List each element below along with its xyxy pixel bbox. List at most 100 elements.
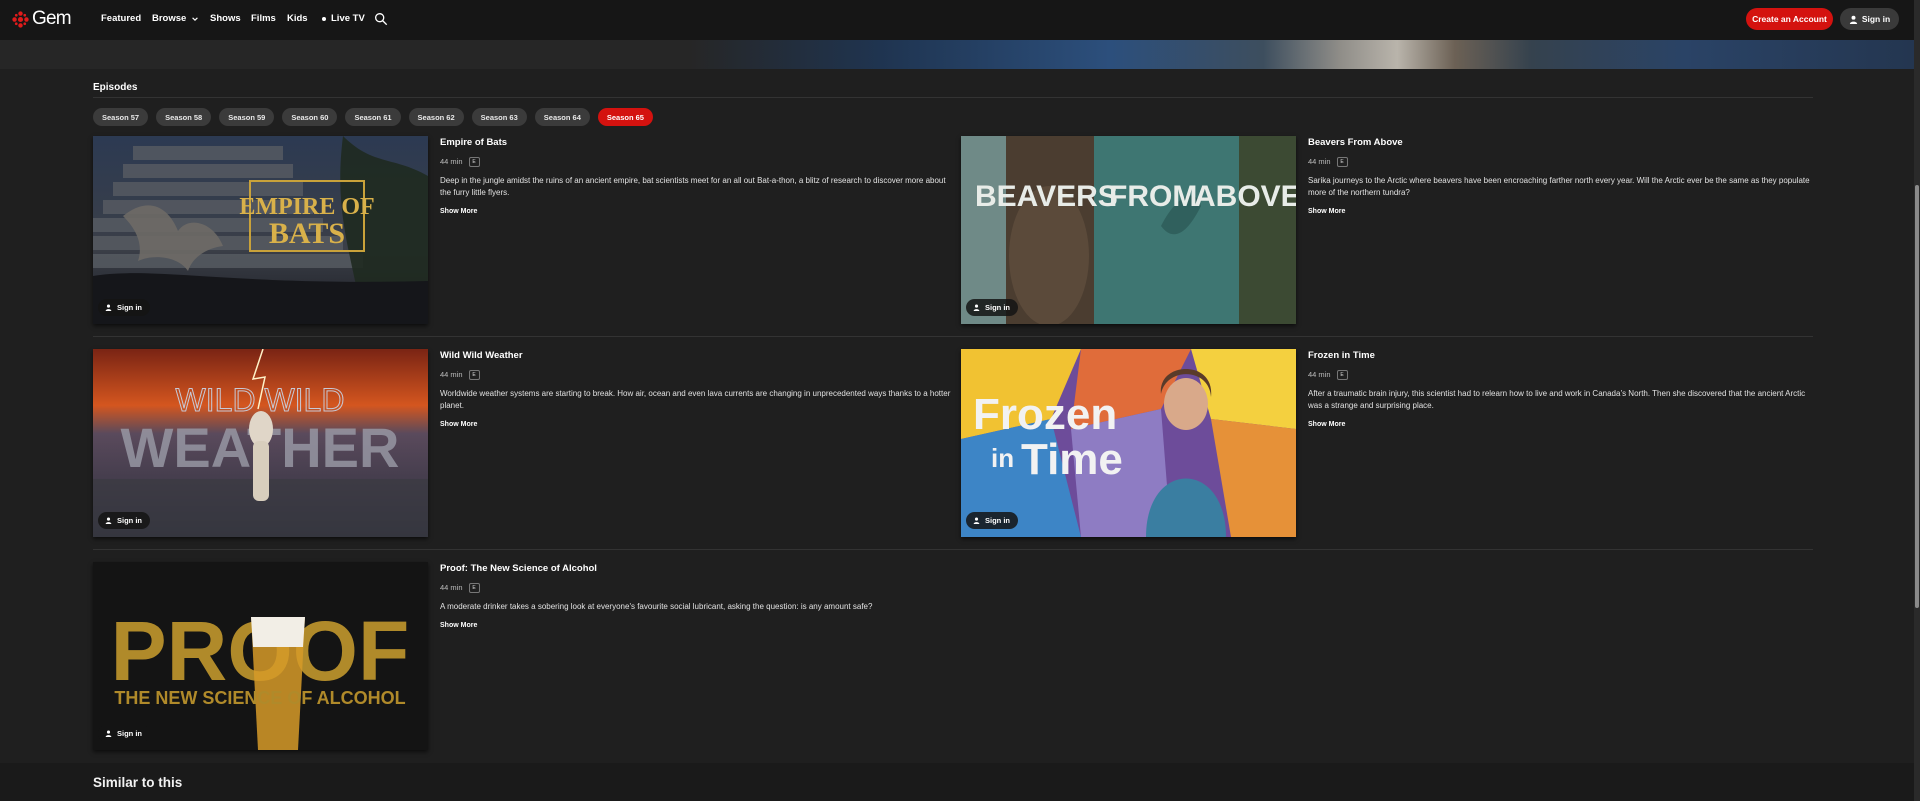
episode-card: WILD WILD WEATHER Sign in Wild Wild Weat… [93, 349, 953, 539]
episodes-heading: Episodes [93, 82, 138, 93]
tab-season-62[interactable]: Season 62 [408, 108, 464, 126]
sign-in-button[interactable]: Sign in [1840, 8, 1899, 30]
nav-kids[interactable]: Kids [287, 13, 308, 25]
create-account-button[interactable]: Create an Account [1746, 8, 1833, 30]
tab-season-58[interactable]: Season 58 [156, 108, 212, 126]
episode-title[interactable]: Proof: The New Science of Alcohol [440, 563, 597, 575]
episode-thumbnail[interactable]: WILD WILD WEATHER Sign in [93, 349, 428, 537]
user-icon [105, 304, 112, 311]
artwork-title-line2: THE NEW SCIENCE OF ALCOHOL [114, 688, 405, 708]
logo-text: Gem [32, 8, 72, 29]
sign-in-label: Sign in [985, 303, 1010, 312]
show-more-button[interactable]: Show More [440, 621, 477, 630]
nav-live-tv[interactable]: Live TV [322, 13, 365, 25]
rating-badge: E [468, 370, 480, 380]
tab-season-57[interactable]: Season 57 [93, 108, 149, 126]
artwork-title-line1: BEAVERS [975, 180, 1118, 213]
tab-season-65[interactable]: Season 65 [597, 108, 653, 126]
show-more-button[interactable]: Show More [1308, 207, 1345, 216]
episode-title[interactable]: Empire of Bats [440, 137, 507, 149]
similar-heading: Similar to this [93, 775, 183, 790]
search-icon[interactable] [374, 12, 388, 26]
thumbnail-sign-in-button[interactable]: Sign in [98, 512, 150, 529]
rating-badge: E [468, 157, 480, 167]
nav-films[interactable]: Films [251, 13, 276, 25]
thumbnail-sign-in-button[interactable]: Sign in [98, 725, 150, 742]
episode-thumbnail[interactable]: PROOF THE NEW SCIENCE OF ALCOHOL Sign in [93, 562, 428, 750]
sign-in-label: Sign in [117, 516, 142, 525]
episode-description: Deep in the jungle amidst the ruins of a… [440, 176, 946, 197]
thumbnail-sign-in-button[interactable]: Sign in [98, 299, 150, 316]
episode-thumbnail[interactable]: Frozen in Time Sign in [961, 349, 1296, 537]
artwork-title-line1: Frozen [973, 390, 1117, 439]
episode-description: A moderate drinker takes a sobering look… [440, 602, 873, 611]
user-icon [1849, 15, 1857, 24]
live-dot-icon [322, 17, 326, 21]
episode-description: Worldwide weather systems are starting t… [440, 389, 951, 410]
episode-duration: 44 min [1308, 370, 1331, 379]
sign-in-label: Sign in [117, 303, 142, 312]
artwork-title-line2: in [991, 443, 1014, 473]
sign-in-label: Sign in [985, 516, 1010, 525]
artwork-title-line2: BATS [269, 217, 345, 250]
episode-meta: 44 min E [1308, 370, 1348, 380]
sign-in-label: Sign in [117, 729, 142, 738]
episode-card: PROOF THE NEW SCIENCE OF ALCOHOL Sign in… [93, 562, 953, 752]
show-more-button[interactable]: Show More [440, 207, 477, 216]
show-more-button[interactable]: Show More [440, 420, 477, 429]
nav-browse[interactable]: Browse [152, 13, 199, 25]
episode-title[interactable]: Wild Wild Weather [440, 350, 523, 362]
episode-artwork: WILD WILD WEATHER [93, 349, 428, 537]
divider [93, 549, 1813, 550]
episode-artwork: PROOF THE NEW SCIENCE OF ALCOHOL [93, 562, 428, 750]
tab-season-61[interactable]: Season 61 [345, 108, 401, 126]
episode-title[interactable]: Beavers From Above [1308, 137, 1403, 149]
divider [93, 97, 1813, 98]
tab-season-63[interactable]: Season 63 [471, 108, 527, 126]
episode-artwork: Frozen in Time [961, 349, 1296, 537]
episode-card: BEAVERS FROM ABOVE Sign in Beavers From … [961, 136, 1821, 326]
artwork-title-line2: FROM [1109, 180, 1197, 213]
gem-logo[interactable]: Gem [12, 8, 72, 29]
tab-season-59[interactable]: Season 59 [219, 108, 275, 126]
episode-duration: 44 min [1308, 157, 1331, 166]
user-icon [973, 304, 980, 311]
episode-card: Frozen in Time Sign in Frozen in Time 44… [961, 349, 1821, 539]
episode-duration: 44 min [440, 157, 463, 166]
tab-season-60[interactable]: Season 60 [282, 108, 338, 126]
episode-artwork: BEAVERS FROM ABOVE [961, 136, 1296, 324]
episode-artwork: EMPIRE OF BATS [93, 136, 428, 324]
user-icon [105, 517, 112, 524]
thumbnail-sign-in-button[interactable]: Sign in [966, 299, 1018, 316]
season-tabs: Season 57 Season 58 Season 59 Season 60 … [93, 108, 653, 126]
top-navigation: Gem Featured Browse Shows Films Kids Liv… [0, 0, 1914, 40]
nav-browse-label: Browse [152, 13, 187, 24]
episode-meta: 44 min E [440, 583, 480, 593]
episode-title[interactable]: Frozen in Time [1308, 350, 1375, 362]
episode-thumbnail[interactable]: EMPIRE OF BATS Sign in [93, 136, 428, 324]
artwork-title-line3: ABOVE [1194, 180, 1296, 213]
episode-duration: 44 min [440, 583, 463, 592]
thumbnail-sign-in-button[interactable]: Sign in [966, 512, 1018, 529]
hero-image-strip [0, 40, 1914, 69]
episode-meta: 44 min E [440, 157, 480, 167]
show-more-button[interactable]: Show More [1308, 420, 1345, 429]
chevron-down-icon [192, 17, 199, 21]
episode-thumbnail[interactable]: BEAVERS FROM ABOVE Sign in [961, 136, 1296, 324]
similar-section [0, 763, 1914, 801]
rating-badge: E [468, 583, 480, 593]
nav-shows[interactable]: Shows [210, 13, 241, 25]
episode-description: After a traumatic brain injury, this sci… [1308, 389, 1806, 410]
tab-season-64[interactable]: Season 64 [534, 108, 590, 126]
cbc-gem-logo-icon [12, 10, 29, 28]
rating-badge: E [1336, 370, 1348, 380]
user-icon [105, 730, 112, 737]
episode-duration: 44 min [440, 370, 463, 379]
sign-in-label: Sign in [1861, 14, 1891, 24]
scrollbar-thumb[interactable] [1915, 185, 1919, 608]
nav-live-tv-label: Live TV [331, 13, 365, 24]
episode-description: Sarika journeys to the Arctic where beav… [1308, 176, 1810, 197]
episode-card: EMPIRE OF BATS Sign in Empire of Bats 44… [93, 136, 953, 326]
nav-featured[interactable]: Featured [101, 13, 141, 25]
divider [93, 336, 1813, 337]
